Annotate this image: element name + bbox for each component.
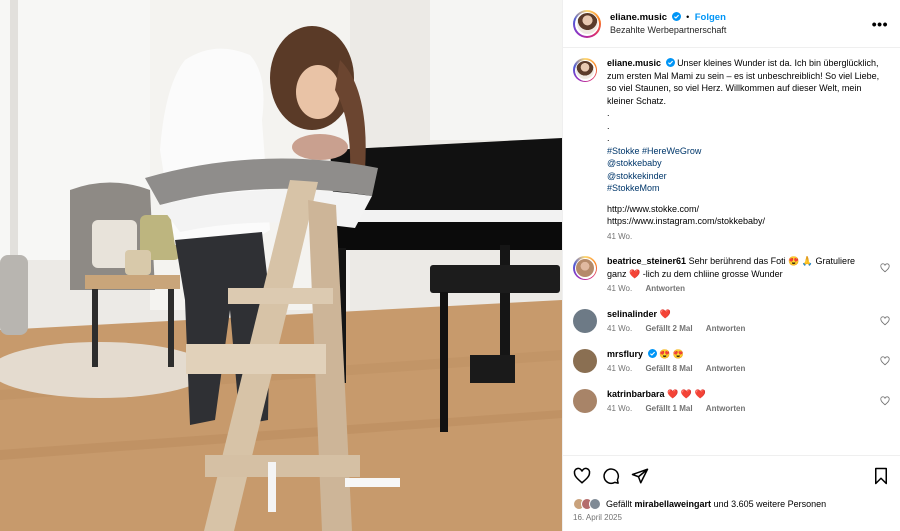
likes-summary: Gefällt mirabellaweingart und 3.605 weit…: [563, 495, 900, 513]
comment-time[interactable]: 41 Wo.: [607, 404, 632, 413]
paid-partnership-label[interactable]: Bezahlte Werbepartnerschaft: [610, 24, 870, 37]
caption-dot: .: [607, 133, 610, 143]
commenter-avatar[interactable]: [573, 348, 597, 373]
comment-meta: 41 Wo. Gefällt 2 Mal Antworten: [607, 323, 874, 336]
comment-username[interactable]: beatrice_steiner61: [607, 256, 686, 266]
caption-meta: 41 Wo.: [607, 231, 890, 244]
liker-avatar: [589, 498, 601, 510]
comment-time[interactable]: 41 Wo.: [607, 284, 632, 293]
reply-button[interactable]: Antworten: [645, 284, 685, 293]
share-icon[interactable]: [631, 467, 649, 485]
comment-row: mrsflury 😍 😍 41 Wo. Gefällt 8 Mal Antwor…: [573, 348, 890, 376]
caption-link[interactable]: http://www.stokke.com/: [607, 203, 890, 216]
comment-body: beatrice_steiner61 Sehr berührend das Fo…: [607, 255, 874, 296]
action-bar: [563, 455, 900, 495]
comment-row: katrinbarbara ❤️ ❤️ ❤️ 41 Wo. Gefällt 1 …: [573, 388, 890, 416]
caption-link[interactable]: https://www.instagram.com/stokkebaby/: [607, 215, 890, 228]
caption-mention[interactable]: @stokkekinder: [607, 170, 890, 183]
reply-button[interactable]: Antworten: [706, 364, 746, 373]
caption-dot: .: [607, 108, 610, 118]
caption-body: eliane.music Unser kleines Wunder ist da…: [607, 57, 890, 243]
post-header: eliane.music • Folgen Bezahlte Werbepart…: [563, 0, 900, 48]
author-username[interactable]: eliane.music: [610, 12, 667, 23]
comment-likes-count[interactable]: Gefällt 2 Mal: [645, 324, 692, 333]
comment-meta: 41 Wo. Gefällt 1 Mal Antworten: [607, 403, 874, 416]
more-options-icon[interactable]: •••: [870, 16, 890, 32]
post-photo-illustration: [0, 0, 562, 531]
caption: eliane.music Unser kleines Wunder ist da…: [573, 57, 890, 243]
comment-likes-count[interactable]: Gefällt 8 Mal: [645, 364, 692, 373]
reply-button[interactable]: Antworten: [706, 324, 746, 333]
comment-likes-count[interactable]: Gefällt 1 Mal: [645, 404, 692, 413]
verified-badge-icon: [671, 11, 681, 21]
comment-meta: 41 Wo. Gefällt 8 Mal Antworten: [607, 363, 874, 376]
comment-like-heart-icon[interactable]: [880, 355, 890, 366]
comment-body: katrinbarbara ❤️ ❤️ ❤️ 41 Wo. Gefällt 1 …: [607, 388, 874, 416]
comment-time[interactable]: 41 Wo.: [607, 364, 632, 373]
liker-avatars[interactable]: [573, 498, 601, 510]
comment-row: selinalinder ❤️ 41 Wo. Gefällt 2 Mal Ant…: [573, 308, 890, 336]
comment-text: 😍 😍: [659, 348, 684, 359]
reply-button[interactable]: Antworten: [706, 404, 746, 413]
caption-username[interactable]: eliane.music: [607, 58, 661, 68]
verified-badge-icon: [647, 348, 657, 358]
follow-button[interactable]: Folgen: [695, 12, 726, 23]
comment-meta: 41 Wo. Antworten: [607, 283, 874, 296]
caption-dot: .: [607, 120, 610, 131]
post-photo[interactable]: [0, 0, 562, 531]
comment-text: ❤️: [659, 308, 671, 319]
comment-body: selinalinder ❤️ 41 Wo. Gefällt 2 Mal Ant…: [607, 308, 874, 336]
comment-like-heart-icon[interactable]: [880, 263, 890, 273]
comment-like-heart-icon[interactable]: [880, 315, 890, 326]
comment-like-heart-icon[interactable]: [880, 395, 890, 406]
likes-user[interactable]: mirabellaweingart: [635, 499, 712, 509]
comment-username[interactable]: mrsflury: [607, 349, 643, 359]
caption-hashtag[interactable]: #StokkeMom: [607, 182, 890, 195]
comment-text: ❤️ ❤️ ❤️: [667, 388, 706, 399]
comment-time[interactable]: 41 Wo.: [607, 324, 632, 333]
commenter-avatar[interactable]: [573, 256, 597, 280]
commenter-avatar[interactable]: [573, 388, 597, 413]
comment-row: beatrice_steiner61 Sehr berührend das Fo…: [573, 255, 890, 296]
caption-mention[interactable]: @stokkebaby: [607, 157, 890, 170]
post-side-panel: eliane.music • Folgen Bezahlte Werbepart…: [562, 0, 900, 531]
caption-hashtags[interactable]: #Stokke #HereWeGrow: [607, 145, 890, 158]
separator-dot: •: [686, 11, 690, 22]
caption-time[interactable]: 41 Wo.: [607, 232, 632, 241]
post-date[interactable]: 16. April 2025: [563, 513, 900, 531]
comment-body: mrsflury 😍 😍 41 Wo. Gefällt 8 Mal Antwor…: [607, 348, 874, 376]
likes-prefix: Gefällt: [606, 499, 633, 509]
comment-icon[interactable]: [602, 467, 620, 485]
commenter-avatar[interactable]: [573, 308, 597, 333]
comments-scroll[interactable]: eliane.music Unser kleines Wunder ist da…: [563, 48, 900, 455]
post-view: eliane.music • Folgen Bezahlte Werbepart…: [0, 0, 900, 531]
author-avatar[interactable]: [573, 9, 601, 38]
heart-icon[interactable]: [573, 467, 591, 485]
author-info: eliane.music • Folgen Bezahlte Werbepart…: [610, 11, 870, 37]
likes-suffix[interactable]: und 3.605 weitere Personen: [714, 499, 827, 509]
comment-username[interactable]: katrinbarbara: [607, 389, 665, 399]
verified-badge-icon: [665, 58, 675, 67]
caption-avatar[interactable]: [573, 58, 597, 82]
bookmark-icon[interactable]: [872, 467, 890, 485]
comment-username[interactable]: selinalinder: [607, 309, 657, 319]
